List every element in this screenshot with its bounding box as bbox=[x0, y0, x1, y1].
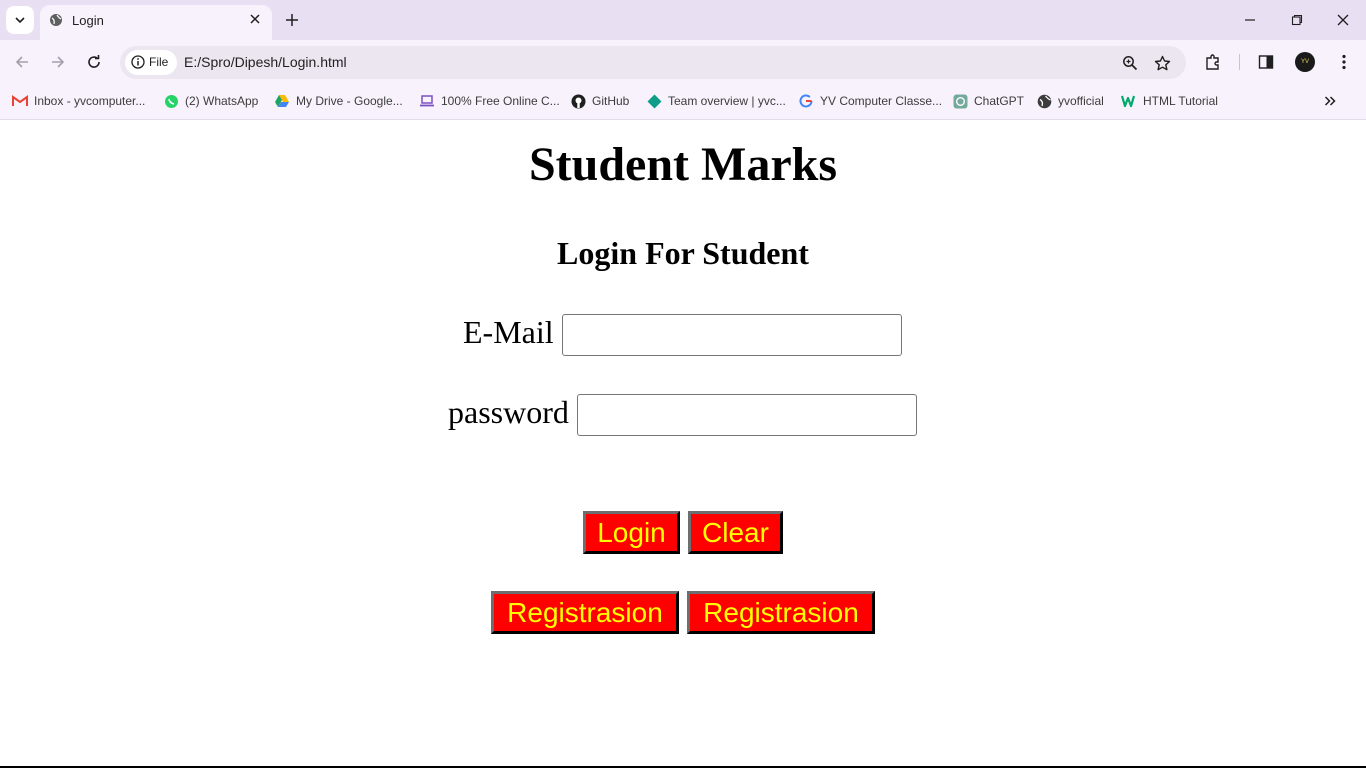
new-tab-button[interactable] bbox=[282, 10, 302, 30]
bookmark-item[interactable]: GitHub bbox=[570, 92, 629, 110]
menu-button[interactable] bbox=[1334, 52, 1354, 72]
site-info-label: File bbox=[149, 55, 169, 69]
kebab-menu-icon bbox=[1342, 54, 1346, 70]
chatgpt-icon bbox=[952, 93, 968, 109]
whatsapp-icon bbox=[163, 93, 179, 109]
site-info-chip[interactable]: File bbox=[125, 50, 177, 75]
plus-icon bbox=[286, 14, 298, 26]
email-label: E-Mail bbox=[463, 314, 554, 350]
diamond-icon bbox=[646, 93, 662, 109]
reload-icon bbox=[88, 55, 100, 68]
profile-avatar[interactable]: YV bbox=[1295, 52, 1315, 72]
url-text[interactable]: E:/Spro/Dipesh/Login.html bbox=[184, 54, 347, 70]
extensions-button[interactable] bbox=[1203, 52, 1223, 72]
email-field[interactable] bbox=[562, 314, 902, 356]
close-icon bbox=[250, 14, 260, 24]
bookmark-label: Inbox - yvcomputer... bbox=[34, 94, 146, 108]
registration-button-2[interactable]: Registrasion bbox=[687, 591, 875, 634]
address-bar[interactable]: File E:/Spro/Dipesh/Login.html bbox=[120, 46, 1186, 79]
tab-search-button[interactable] bbox=[6, 6, 34, 34]
login-subtitle: Login For Student bbox=[557, 235, 809, 271]
arrow-right-icon bbox=[52, 56, 65, 68]
bookmark-item[interactable]: Inbox - yvcomputer... bbox=[12, 92, 145, 110]
back-button[interactable] bbox=[12, 52, 32, 72]
password-label: password bbox=[448, 394, 569, 430]
minimize-icon bbox=[1245, 19, 1255, 21]
bookmark-item[interactable]: ChatGPT bbox=[952, 92, 1024, 110]
bookmark-item[interactable]: YV Computer Classe... bbox=[798, 92, 942, 110]
close-window-button[interactable] bbox=[1333, 10, 1353, 30]
bookmark-label: ChatGPT bbox=[974, 94, 1025, 108]
globe-icon bbox=[1036, 93, 1052, 109]
google-drive-icon bbox=[274, 93, 290, 109]
side-panel-icon bbox=[1258, 55, 1274, 69]
forward-button[interactable] bbox=[48, 52, 68, 72]
bookmark-label: My Drive - Google... bbox=[296, 94, 403, 108]
gmail-icon bbox=[12, 93, 28, 109]
bookmark-label: GitHub bbox=[592, 94, 630, 108]
bookmark-label: HTML Tutorial bbox=[1143, 94, 1218, 108]
puzzle-icon bbox=[1206, 54, 1219, 70]
bookmarks-bar: Inbox - yvcomputer... (2) WhatsApp My Dr… bbox=[0, 84, 1366, 120]
bookmark-item[interactable]: (2) WhatsApp bbox=[163, 92, 258, 110]
tab-title: Login bbox=[72, 13, 104, 28]
arrow-left-icon bbox=[15, 56, 28, 68]
info-icon bbox=[131, 55, 145, 69]
github-icon bbox=[570, 93, 586, 109]
login-button[interactable]: Login bbox=[583, 511, 680, 554]
browser-toolbar: File E:/Spro/Dipesh/Login.html YV bbox=[0, 40, 1366, 84]
restore-button[interactable] bbox=[1287, 10, 1307, 30]
tab-login[interactable]: Login bbox=[40, 5, 272, 40]
toolbar-separator bbox=[1239, 54, 1240, 70]
page-title: Student Marks bbox=[528, 138, 838, 191]
bookmark-item[interactable]: Team overview | yvc... bbox=[646, 92, 786, 110]
restore-icon bbox=[1291, 14, 1303, 26]
minimize-button[interactable] bbox=[1240, 10, 1260, 30]
bookmark-item[interactable]: 100% Free Online C... bbox=[419, 92, 560, 110]
double-chevron-right-icon bbox=[1324, 96, 1336, 106]
reload-button[interactable] bbox=[84, 52, 104, 72]
tab-strip: Login bbox=[0, 0, 1366, 40]
page-content: Student Marks Login For Student E-Mail p… bbox=[0, 121, 1366, 766]
side-panel-button[interactable] bbox=[1256, 52, 1276, 72]
close-tab-button[interactable] bbox=[246, 10, 264, 28]
google-icon bbox=[798, 93, 814, 109]
bookmark-item[interactable]: My Drive - Google... bbox=[274, 92, 403, 110]
globe-icon bbox=[50, 14, 62, 26]
bookmark-item[interactable]: yvofficial bbox=[1036, 92, 1104, 110]
bookmark-star-button[interactable] bbox=[1152, 53, 1172, 73]
bookmark-label: (2) WhatsApp bbox=[185, 94, 259, 108]
zoom-button[interactable] bbox=[1120, 53, 1140, 73]
laptop-icon bbox=[419, 93, 435, 109]
more-bookmarks-button[interactable] bbox=[1320, 91, 1340, 111]
chevron-down-icon bbox=[15, 17, 25, 24]
registration-button-1[interactable]: Registrasion bbox=[491, 591, 679, 634]
bookmark-label: YV Computer Classe... bbox=[820, 94, 943, 108]
clear-button[interactable]: Clear bbox=[688, 511, 783, 554]
star-icon bbox=[1154, 55, 1170, 70]
w3schools-icon bbox=[1121, 93, 1137, 109]
password-field[interactable] bbox=[577, 394, 917, 436]
bookmark-item[interactable]: HTML Tutorial bbox=[1121, 92, 1218, 110]
bookmark-label: yvofficial bbox=[1058, 94, 1104, 108]
zoom-icon bbox=[1123, 56, 1138, 71]
bookmark-label: Team overview | yvc... bbox=[668, 94, 786, 108]
close-icon bbox=[1337, 14, 1349, 26]
bookmark-label: 100% Free Online C... bbox=[441, 94, 560, 108]
